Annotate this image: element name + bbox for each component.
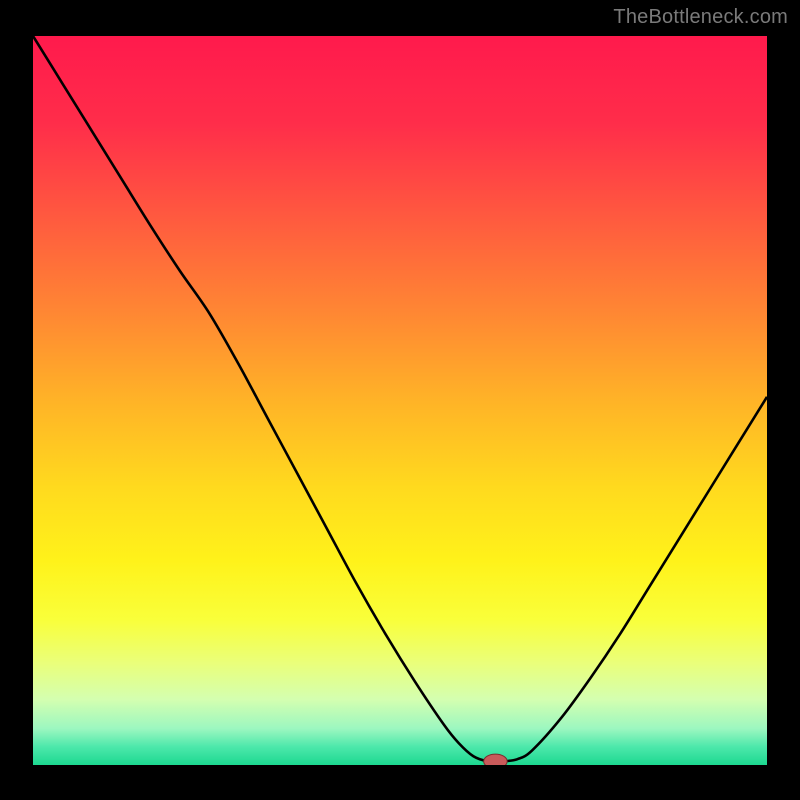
chart-container: TheBottleneck.com <box>0 0 800 800</box>
bottleneck-chart <box>0 0 800 800</box>
watermark-text: TheBottleneck.com <box>613 6 788 29</box>
